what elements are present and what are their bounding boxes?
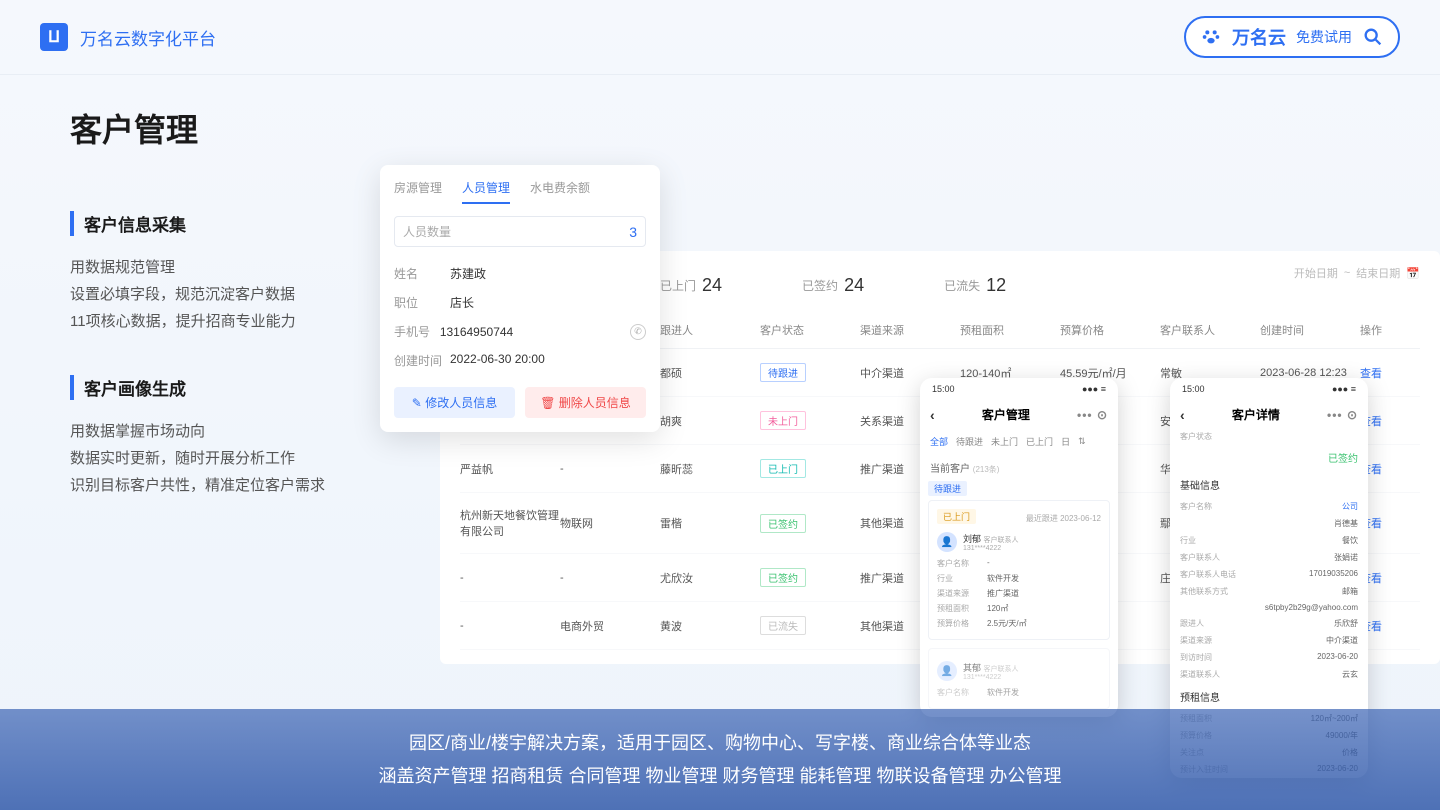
paw-icon bbox=[1200, 26, 1222, 48]
view-link[interactable]: 查看 bbox=[1360, 368, 1382, 380]
signal-icon: ●●● ≡ bbox=[1332, 384, 1356, 394]
signal-icon: ●●● ≡ bbox=[1082, 384, 1106, 394]
date-range[interactable]: 开始日期~结束日期📅 bbox=[1294, 265, 1420, 281]
trial-link[interactable]: 免费试用 bbox=[1296, 27, 1352, 47]
popup-search[interactable]: 人员数量 3 bbox=[394, 216, 646, 247]
feature-title: 客户信息采集 bbox=[70, 211, 1370, 236]
edit-button[interactable]: ✎ 修改人员信息 bbox=[394, 387, 515, 418]
back-icon[interactable]: ‹ bbox=[930, 407, 935, 423]
delete-button[interactable]: 🗑 删除人员信息 bbox=[525, 387, 646, 418]
phone-icon[interactable]: ✆ bbox=[630, 324, 646, 340]
footer-banner: 园区/商业/楼宇解决方案，适用于园区、购物中心、写字楼、商业综合体等业态 涵盖资… bbox=[0, 709, 1440, 810]
brand-text: 万名云数字化平台 bbox=[80, 25, 216, 50]
customer-card[interactable]: 👤其郁 客户联系人131****4222 客户名称软件开发 bbox=[928, 648, 1110, 709]
more-icon[interactable]: ••• ⊙ bbox=[1077, 408, 1108, 422]
back-icon[interactable]: ‹ bbox=[1180, 407, 1185, 423]
customer-card[interactable]: 已上门最近跟进 2023-06-12 👤刘郁 客户联系人131****4222 … bbox=[928, 500, 1110, 640]
phone-title: 客户详情 bbox=[1232, 406, 1280, 423]
site-header: ⵡ 万名云数字化平台 万名云 免费试用 bbox=[0, 0, 1440, 75]
personnel-popup: 房源管理 人员管理 水电费余额 人员数量 3 姓名苏建政 职位店长 手机号131… bbox=[380, 165, 660, 432]
more-icon[interactable]: ••• ⊙ bbox=[1327, 408, 1358, 422]
search-icon[interactable] bbox=[1362, 26, 1384, 48]
popup-tabs: 房源管理 人员管理 水电费余额 bbox=[394, 179, 646, 204]
count: 3 bbox=[629, 224, 637, 240]
calendar-icon: 📅 bbox=[1406, 267, 1420, 280]
search-brand: 万名云 bbox=[1232, 24, 1286, 50]
logo-icon: ⵡ bbox=[40, 23, 68, 51]
search-box[interactable]: 万名云 免费试用 bbox=[1184, 16, 1400, 58]
popup-tab[interactable]: 房源管理 bbox=[394, 179, 442, 204]
logo-area[interactable]: ⵡ 万名云数字化平台 bbox=[40, 23, 216, 51]
avatar-icon: 👤 bbox=[937, 532, 957, 552]
section-title: 客户管理 bbox=[70, 105, 1370, 151]
phone-mock-list: 15:00●●● ≡ ‹ 客户管理 ••• ⊙ 全部 待跟进 未上门 已上门 日… bbox=[920, 378, 1118, 717]
filter-icon[interactable]: ⇅ bbox=[1078, 436, 1086, 447]
phone-title: 客户管理 bbox=[982, 406, 1030, 423]
search-placeholder: 人员数量 bbox=[403, 223, 451, 240]
phone-tabs: 全部 待跟进 未上门 已上门 日 ⇅ bbox=[920, 429, 1118, 454]
avatar-icon: 👤 bbox=[937, 661, 957, 681]
popup-tab[interactable]: 水电费余额 bbox=[530, 179, 590, 204]
popup-tab-active[interactable]: 人员管理 bbox=[462, 179, 510, 204]
